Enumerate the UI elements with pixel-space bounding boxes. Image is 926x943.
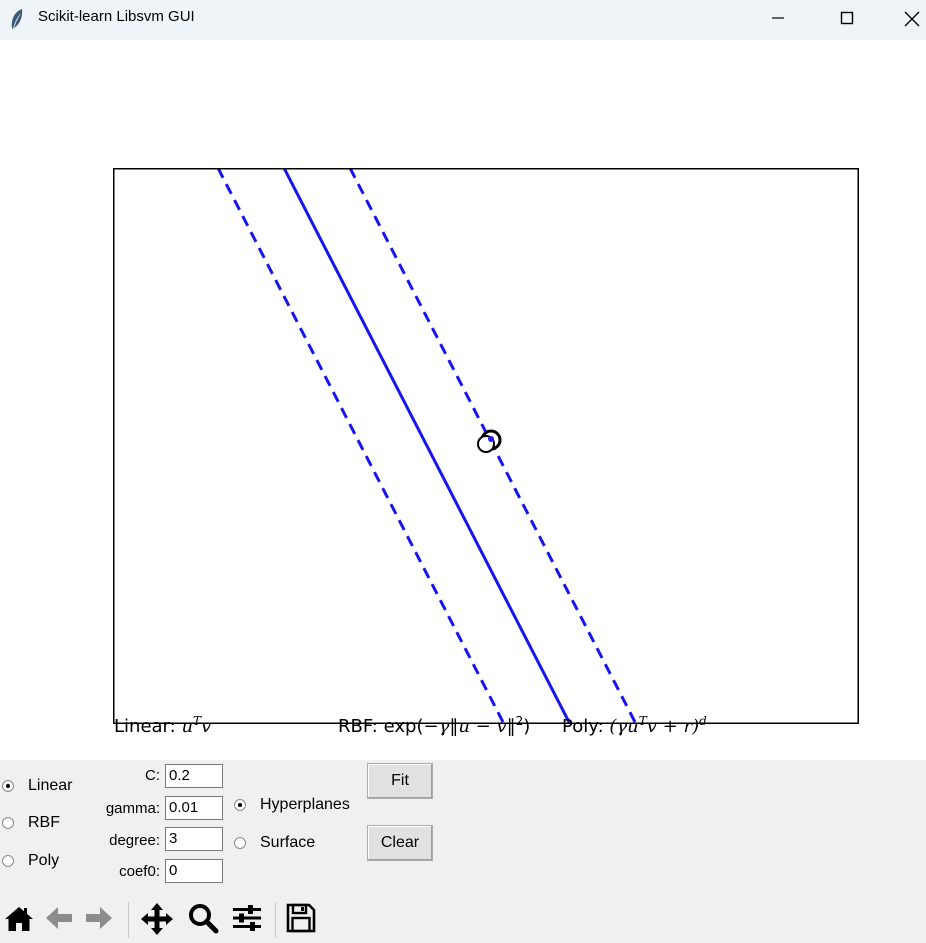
maximize-button[interactable] xyxy=(824,0,870,36)
degree-label: degree: xyxy=(109,832,160,849)
feather-icon xyxy=(11,9,23,29)
display-radio-label: Surface xyxy=(260,834,316,851)
zoom-icon[interactable] xyxy=(187,902,219,934)
gamma-label: gamma: xyxy=(105,800,160,817)
toolbar-separator xyxy=(275,902,276,938)
coef0-label: coef0: xyxy=(119,863,160,880)
clear-button[interactable]: Clear xyxy=(367,825,433,861)
rbf-formula: RBF: exp(−γ‖u − v‖2) xyxy=(338,714,531,737)
linear-formula: Linear: uTv xyxy=(114,714,212,737)
window-title: Scikit-learn Libsvm GUI xyxy=(38,8,195,25)
svm-plot[interactable] xyxy=(113,168,859,724)
radio-indicator[interactable] xyxy=(234,837,246,849)
forward-icon[interactable] xyxy=(83,902,115,934)
degree-input[interactable]: 3 xyxy=(165,827,223,851)
display-radio-label: Hyperplanes xyxy=(260,796,350,813)
toolbar-separator xyxy=(128,902,129,938)
back-icon[interactable] xyxy=(43,902,75,934)
gamma-input[interactable]: 0.01 xyxy=(165,796,223,820)
close-icon xyxy=(904,11,920,27)
rbf-formula-label: RBF: xyxy=(338,716,378,737)
save-icon[interactable] xyxy=(285,902,317,934)
coef0-input[interactable]: 0 xyxy=(165,859,223,883)
title-bar: Scikit-learn Libsvm GUI xyxy=(0,0,926,40)
margin-line-left xyxy=(216,169,506,723)
maximize-icon xyxy=(840,11,854,25)
minimize-button[interactable] xyxy=(755,0,801,36)
linear-formula-label: Linear: xyxy=(114,716,176,737)
home-icon[interactable] xyxy=(3,902,35,934)
close-button[interactable] xyxy=(888,0,926,36)
data-point-blue xyxy=(488,436,494,442)
pan-icon[interactable] xyxy=(140,902,174,936)
radio-indicator[interactable] xyxy=(2,817,14,829)
radio-indicator[interactable] xyxy=(234,799,246,811)
poly-formula-label: Poly: xyxy=(562,716,604,737)
decision-boundary-line xyxy=(282,169,572,723)
poly-formula: Poly: (γuTv + r)d xyxy=(562,714,707,737)
fit-button[interactable]: Fit xyxy=(367,763,433,799)
minimize-icon xyxy=(772,17,784,19)
navigation-toolbar xyxy=(0,896,926,943)
display-radio-hyperplanes[interactable]: Hyperplanes xyxy=(234,796,350,814)
c-input[interactable]: 0.2 xyxy=(165,764,223,788)
c-label: C: xyxy=(145,767,160,784)
display-radio-surface[interactable]: Surface xyxy=(234,834,315,852)
configure-icon[interactable] xyxy=(231,902,263,934)
figure-canvas[interactable] xyxy=(0,40,926,760)
